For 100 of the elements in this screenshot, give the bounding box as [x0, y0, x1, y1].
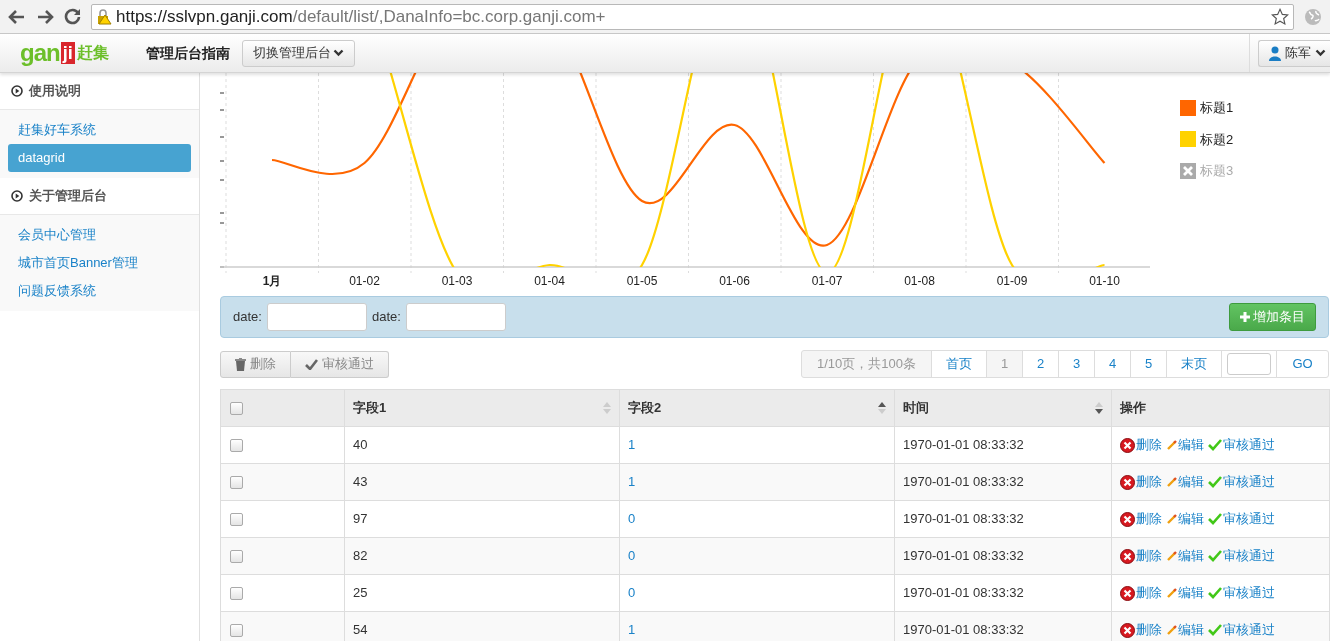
add-item-button[interactable]: 增加条目 [1229, 303, 1316, 331]
table-cell: 25 [344, 574, 620, 612]
date-field[interactable] [266, 303, 367, 331]
column-header[interactable]: 时间 [894, 389, 1112, 427]
address-bar[interactable]: https://sslvpn.ganji.com/default/list/,DanaInfo=bc.corp.ganji.com+ [91, 3, 1294, 30]
table-cell: 0 [619, 500, 895, 538]
delete-link[interactable]: 删除 [1120, 509, 1162, 529]
reload-icon[interactable] [64, 8, 81, 25]
checkmark-icon [1208, 476, 1222, 488]
page-link[interactable]: 3 [1058, 350, 1095, 378]
switch-dropdown[interactable]: 切换管理后台 [242, 39, 355, 67]
approve-link[interactable]: 审核通过 [1208, 509, 1275, 529]
approve-link[interactable]: 审核通过 [1208, 620, 1275, 640]
checkbox[interactable] [230, 476, 243, 490]
app-title: 管理后台指南 [146, 43, 230, 63]
sidebar-item[interactable]: datagrid [8, 144, 191, 172]
table-cell: 1 [619, 426, 895, 464]
delete-button[interactable]: 删除 [220, 350, 291, 378]
edit-link[interactable]: 编辑 [1166, 546, 1204, 566]
field-label: date: [233, 308, 262, 327]
table-cell: 1970-01-01 08:33:32 [894, 426, 1112, 464]
checkbox[interactable] [230, 513, 243, 527]
delete-link[interactable]: 删除 [1120, 583, 1162, 603]
column-header[interactable]: 字段1 [344, 389, 620, 427]
date-field[interactable] [405, 303, 506, 331]
table-cell: 1970-01-01 08:33:32 [894, 463, 1112, 501]
delete-link[interactable]: 删除 [1120, 472, 1162, 492]
page-number-field[interactable] [1227, 353, 1271, 375]
sidebar-item[interactable]: 城市首页Banner管理 [8, 249, 191, 277]
lock-icon [96, 8, 112, 25]
delete-icon [1120, 622, 1135, 638]
sidebar-item[interactable]: 赶集好车系统 [8, 116, 191, 144]
pencil-icon [1166, 513, 1177, 525]
star-icon[interactable] [1271, 7, 1289, 26]
back-icon[interactable] [8, 8, 26, 25]
globe-icon[interactable] [1304, 7, 1322, 26]
legend-item[interactable]: 标题2 [1180, 129, 1234, 149]
pencil-icon [1166, 476, 1177, 488]
delete-icon [1120, 474, 1135, 490]
sidebar-item[interactable]: 会员中心管理 [8, 221, 191, 249]
page-link[interactable]: 4 [1094, 350, 1131, 378]
last-page-link[interactable]: 末页 [1166, 350, 1222, 378]
edit-link[interactable]: 编辑 [1166, 435, 1204, 455]
checkmark-icon [305, 358, 318, 370]
section-title[interactable]: 使用说明 [29, 81, 81, 101]
checkbox[interactable] [230, 587, 243, 601]
pencil-icon [1166, 439, 1177, 451]
first-page-link[interactable]: 首页 [931, 350, 987, 378]
edit-link[interactable]: 编辑 [1166, 583, 1204, 603]
column-header[interactable]: 字段2 [619, 389, 895, 427]
legend-item[interactable]: 标题1 [1180, 98, 1234, 118]
column-header[interactable]: 操作 [1111, 389, 1330, 427]
delete-icon [1120, 585, 1135, 601]
edit-link[interactable]: 编辑 [1166, 509, 1204, 529]
page-link[interactable]: 5 [1130, 350, 1167, 378]
approve-link[interactable]: 审核通过 [1208, 435, 1275, 455]
forward-icon[interactable] [36, 8, 54, 25]
sort-icon[interactable] [878, 402, 886, 414]
ganji-logo[interactable]: ganji 赶集 [20, 41, 130, 65]
approve-link[interactable]: 审核通过 [1208, 472, 1275, 492]
approve-link[interactable]: 审核通过 [1208, 546, 1275, 566]
edit-link[interactable]: 编辑 [1166, 472, 1204, 492]
user-menu-button[interactable]: 陈军 [1258, 39, 1330, 67]
table-cell: 1970-01-01 08:33:32 [894, 537, 1112, 575]
table-cell: 97 [344, 500, 620, 538]
delete-icon [1120, 548, 1135, 564]
x-axis-label: 01-05 [626, 274, 658, 288]
approve-link[interactable]: 审核通过 [1208, 583, 1275, 603]
x-axis-label: 01-06 [719, 274, 750, 288]
pencil-icon [1166, 587, 1177, 599]
checkmark-icon [1208, 513, 1222, 525]
delete-icon [1120, 437, 1135, 453]
section-title[interactable]: 关于管理后台 [29, 186, 107, 206]
table-cell: 1970-01-01 08:33:32 [894, 500, 1112, 538]
page-link[interactable]: 1 [986, 350, 1023, 378]
sort-icon[interactable] [1095, 402, 1103, 414]
checkbox[interactable] [230, 402, 243, 416]
edit-link[interactable]: 编辑 [1166, 620, 1204, 640]
delete-link[interactable]: 删除 [1120, 435, 1162, 455]
sidebar-item[interactable]: 问题反馈系统 [8, 277, 191, 305]
delete-link[interactable]: 删除 [1120, 620, 1162, 640]
table-cell: 0 [619, 537, 895, 575]
checkbox[interactable] [230, 624, 243, 638]
checkbox[interactable] [230, 550, 243, 564]
x-axis-label: 01-04 [534, 274, 565, 288]
checkmark-icon [1208, 587, 1222, 599]
approve-button[interactable]: 审核通过 [291, 350, 389, 378]
checkmark-icon [1208, 550, 1222, 562]
legend-item[interactable]: 标题3 [1180, 161, 1234, 181]
checkbox[interactable] [230, 439, 243, 453]
table-cell: 1970-01-01 08:33:32 [894, 574, 1112, 612]
chevron-down-icon [1315, 49, 1326, 57]
delete-link[interactable]: 删除 [1120, 546, 1162, 566]
x-axis-label: 1月 [262, 274, 282, 288]
chevron-down-icon [333, 49, 344, 57]
page-link[interactable]: 2 [1022, 350, 1059, 378]
trash-icon [235, 357, 246, 371]
x-axis-label: 01-02 [349, 274, 380, 288]
go-button[interactable]: GO [1276, 350, 1329, 378]
checkmark-icon [1208, 624, 1222, 636]
